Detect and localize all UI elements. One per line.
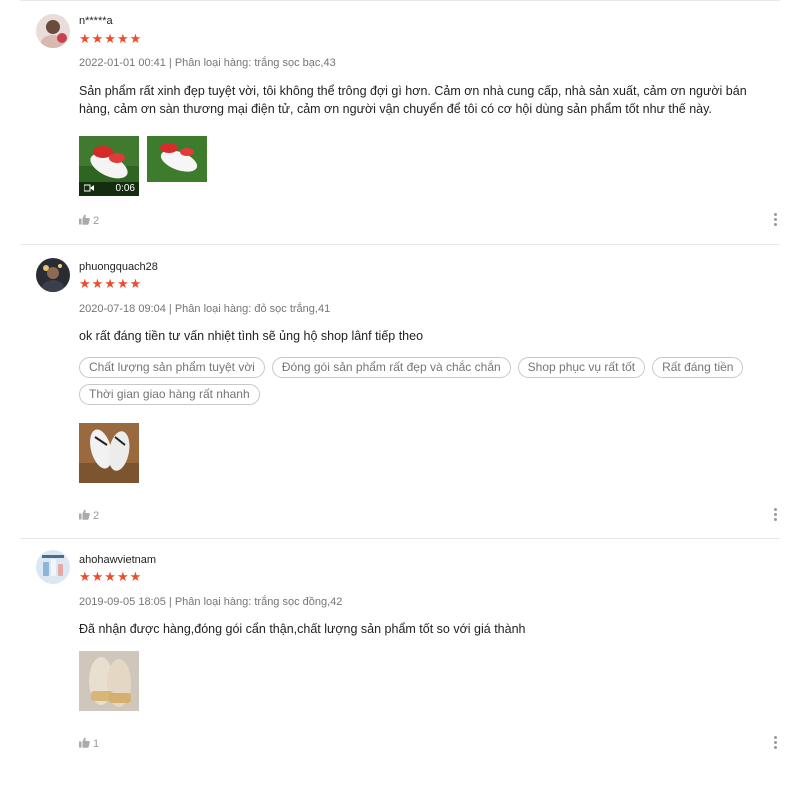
- review-date: 2019-09-05 18:05: [79, 596, 166, 608]
- thumbs-up-icon: [79, 737, 90, 751]
- video-duration: 0:06: [115, 183, 135, 194]
- review-date: 2020-07-18 09:04: [79, 303, 166, 315]
- review-image-thumbnail[interactable]: [79, 651, 139, 711]
- like-button[interactable]: 2: [79, 214, 99, 228]
- review-meta: 2019-09-05 18:05 | Phân loại hàng: trắng…: [79, 596, 342, 608]
- variation-label: Phân loại hàng: đỏ sọc trắng,41: [174, 303, 331, 315]
- review-item: n*****a ★★★★★ 2022-01-01 00:41 | Phân lo…: [20, 0, 780, 245]
- avatar[interactable]: [36, 14, 70, 48]
- like-count: 2: [93, 510, 100, 522]
- username[interactable]: n*****a: [79, 15, 113, 27]
- review-meta: 2022-01-01 00:41 | Phân loại hàng: trắng…: [79, 57, 336, 69]
- divider: [20, 244, 780, 245]
- meta-separator: |: [165, 303, 175, 315]
- meta-separator: |: [165, 596, 175, 608]
- rating-stars: ★★★★★: [79, 569, 143, 584]
- review-date: 2022-01-01 00:41: [79, 57, 166, 69]
- like-button[interactable]: 2: [79, 509, 99, 523]
- review-tag: Chất lượng sản phẩm tuyệt vời: [79, 357, 265, 378]
- review-video-thumbnail[interactable]: 0:06: [79, 136, 139, 196]
- video-overlay: 0:06: [79, 182, 139, 196]
- rating-stars: ★★★★★: [79, 276, 143, 291]
- video-camera-icon: [84, 184, 94, 192]
- review-media: [79, 423, 139, 483]
- more-vertical-icon[interactable]: [770, 212, 780, 228]
- review-tag: Thời gian giao hàng rất nhanh: [79, 384, 260, 405]
- review-meta: 2020-07-18 09:04 | Phân loại hàng: đỏ sọ…: [79, 303, 330, 315]
- variation-label: Phân loại hàng: trắng sọc bạc,43: [174, 57, 336, 69]
- divider: [20, 538, 780, 539]
- review-tag: Shop phục vụ rất tốt: [517, 357, 646, 378]
- review-content: Đã nhận được hàng,đóng gói cẩn thận,chất…: [79, 622, 526, 636]
- more-vertical-icon[interactable]: [770, 735, 780, 751]
- username[interactable]: phuongquach28: [79, 261, 158, 273]
- like-count: 2: [93, 215, 100, 227]
- review-media: [79, 651, 139, 711]
- variation-label: Phân loại hàng: trắng sọc đồng,42: [174, 596, 343, 608]
- thumbs-up-icon: [79, 509, 90, 523]
- divider: [20, 0, 780, 1]
- review-item: phuongquach28 ★★★★★ 2020-07-18 09:04 | P…: [20, 244, 780, 538]
- review-tag: Rất đáng tiền: [652, 357, 744, 378]
- username[interactable]: ahohawvietnam: [79, 554, 156, 566]
- review-media: 0:06: [79, 136, 207, 196]
- avatar[interactable]: [36, 550, 70, 584]
- review-content: ok rất đáng tiền tư vấn nhiệt tình sẽ ủn…: [79, 329, 424, 343]
- review-tag: Đóng gói sản phẩm rất đẹp và chắc chắn: [271, 357, 511, 378]
- avatar[interactable]: [36, 258, 70, 292]
- more-vertical-icon[interactable]: [770, 507, 780, 523]
- review-tags: Chất lượng sản phẩm tuyệt vời Đóng gói s…: [79, 357, 769, 405]
- thumbs-up-icon: [79, 214, 90, 228]
- review-image-thumbnail[interactable]: [79, 423, 139, 483]
- like-count: 1: [93, 738, 100, 750]
- like-button[interactable]: 1: [79, 737, 99, 751]
- meta-separator: |: [165, 57, 175, 69]
- review-content: Sản phẩm rất xinh đẹp tuyệt vời, tôi khô…: [79, 84, 747, 116]
- review-item: ahohawvietnam ★★★★★ 2019-09-05 18:05 | P…: [20, 538, 780, 800]
- review-image-thumbnail[interactable]: [147, 136, 207, 182]
- rating-stars: ★★★★★: [79, 31, 143, 46]
